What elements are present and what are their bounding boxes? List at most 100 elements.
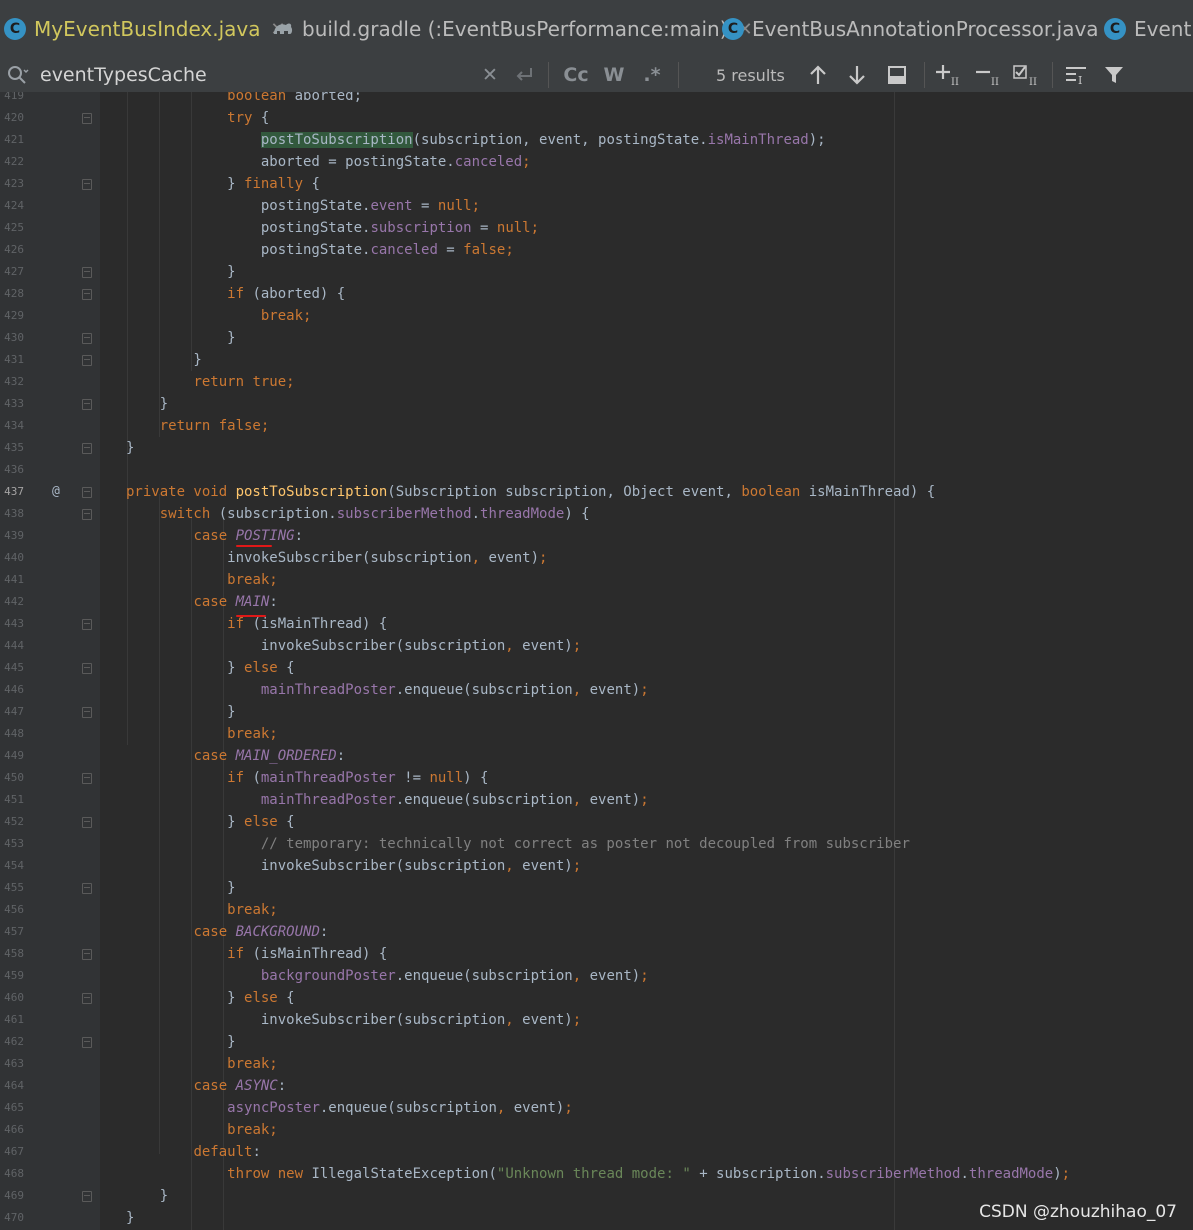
code-token: threadMode (480, 506, 565, 522)
code-token: postingState. (126, 242, 371, 258)
fold-marker-icon[interactable] (82, 487, 92, 498)
code-line: 431 } (0, 349, 1193, 371)
code-token: } (126, 264, 236, 280)
fold-marker-icon[interactable] (82, 443, 92, 454)
code-text: break; (126, 305, 312, 327)
remove-occurrence-icon[interactable]: II (974, 58, 1004, 92)
code-line: 454 invokeSubscriber(subscription, event… (0, 855, 1193, 877)
whole-words-button[interactable]: W (600, 58, 628, 92)
fold-marker-icon[interactable] (82, 817, 92, 828)
code-text: } (126, 1185, 168, 1207)
filter-icon[interactable] (1103, 58, 1129, 92)
code-line: 444 invokeSubscriber(subscription, event… (0, 635, 1193, 657)
fold-marker-icon[interactable] (82, 267, 92, 278)
arrow-down-icon[interactable] (847, 58, 871, 92)
fold-marker-icon[interactable] (82, 179, 92, 190)
line-number: 467 (4, 1145, 24, 1158)
tab-my-event-bus-index[interactable]: C MyEventBusIndex.java ✕ (4, 0, 286, 58)
code-token: switch (159, 506, 211, 522)
code-line: 463 break; (0, 1053, 1193, 1075)
code-token: (isMainThread) { (244, 616, 388, 632)
override-marker-icon[interactable]: @ (52, 481, 60, 503)
fold-marker-icon[interactable] (82, 707, 92, 718)
fold-marker-icon[interactable] (82, 1037, 92, 1048)
code-token: postingState. (126, 220, 371, 236)
fold-marker-icon[interactable] (82, 113, 92, 124)
line-number: 444 (4, 639, 24, 652)
code-token: ( (244, 770, 261, 786)
editor-tabs: C MyEventBusIndex.java ✕ build.gradle (:… (0, 0, 1193, 59)
code-line: 461 invokeSubscriber(subscription, event… (0, 1009, 1193, 1031)
fold-marker-icon[interactable] (82, 619, 92, 630)
code-token: : (319, 924, 329, 940)
code-token: event) (513, 638, 573, 654)
code-line: 456 break; (0, 899, 1193, 921)
line-number: 469 (4, 1189, 24, 1202)
code-text: case BACKGROUND: (126, 921, 328, 943)
tab-event-bus-annotation-processor[interactable]: C EventBusAnnotationProcessor.java ✕ (722, 0, 1124, 58)
code-token: } (126, 1034, 236, 1050)
fold-marker-icon[interactable] (82, 1191, 92, 1202)
code-token: if (227, 946, 245, 962)
code-text: } (126, 349, 202, 371)
select-all-occurrences-icon[interactable]: II (1012, 58, 1042, 92)
search-options-icon[interactable]: I (1064, 58, 1090, 92)
line-number: 440 (4, 551, 24, 564)
fold-marker-icon[interactable] (82, 993, 92, 1004)
code-line: 436 (0, 459, 1193, 481)
code-text: } finally { (126, 173, 320, 195)
code-token: , (572, 968, 582, 984)
regex-button[interactable]: .* (638, 58, 666, 92)
line-number: 437 (4, 485, 24, 498)
line-number: 468 (4, 1167, 24, 1180)
code-token: } (126, 352, 202, 368)
search-icon[interactable] (6, 58, 32, 92)
line-number: 461 (4, 1013, 24, 1026)
code-text: private void postToSubscription(Subscrip… (126, 481, 935, 503)
code-token: case (193, 924, 236, 940)
code-line: 437 @ private void postToSubscription(Subs… (0, 481, 1193, 503)
fold-marker-icon[interactable] (82, 663, 92, 674)
open-in-window-icon[interactable] (887, 58, 911, 92)
code-text: } (126, 701, 235, 723)
new-line-icon[interactable] (510, 58, 538, 92)
code-line: 448 break; (0, 723, 1193, 745)
arrow-up-icon[interactable] (808, 58, 832, 92)
line-number: 423 (4, 177, 24, 190)
tab-eventbus-partial[interactable]: C EventB (1104, 0, 1193, 58)
match-case-button[interactable]: Cc (560, 58, 592, 92)
code-line: 430 } (0, 327, 1193, 349)
clear-search-icon[interactable]: ✕ (478, 58, 502, 92)
code-token: MAIN_ORDERED (235, 748, 337, 764)
tab-build-gradle[interactable]: build.gradle (:EventBusPerformance:main)… (272, 0, 753, 58)
fold-marker-icon[interactable] (82, 883, 92, 894)
fold-marker-icon[interactable] (82, 355, 92, 366)
line-number: 438 (4, 507, 24, 520)
search-input[interactable] (40, 64, 470, 86)
code-token: boolean (227, 92, 287, 104)
code-token: try (227, 110, 253, 126)
code-token: ; (539, 550, 548, 566)
code-editor[interactable]: 419 boolean aborted; 420 try {421 postToS… (0, 92, 1193, 1230)
fold-marker-icon[interactable] (82, 509, 92, 520)
code-token: throw new (227, 1166, 312, 1182)
code-text: invokeSubscriber(subscription, event); (126, 635, 581, 657)
tab-label: MyEventBusIndex.java (34, 17, 261, 41)
fold-marker-icon[interactable] (82, 399, 92, 410)
line-number: 443 (4, 617, 24, 630)
code-token: default (193, 1144, 253, 1160)
line-number: 442 (4, 595, 24, 608)
code-token: ; (564, 1100, 573, 1116)
fold-marker-icon[interactable] (82, 289, 92, 300)
add-occurrence-icon[interactable]: II (934, 58, 964, 92)
fold-marker-icon[interactable] (82, 949, 92, 960)
code-line: 425 postingState.subscription = null; (0, 217, 1193, 239)
code-token: postingState. (126, 198, 371, 214)
annotation-underline (236, 545, 272, 547)
tab-label: EventBusAnnotationProcessor.java (752, 17, 1099, 41)
code-line: 432 return true; (0, 371, 1193, 393)
fold-marker-icon[interactable] (82, 773, 92, 784)
code-token: { (303, 176, 320, 192)
fold-marker-icon[interactable] (82, 333, 92, 344)
